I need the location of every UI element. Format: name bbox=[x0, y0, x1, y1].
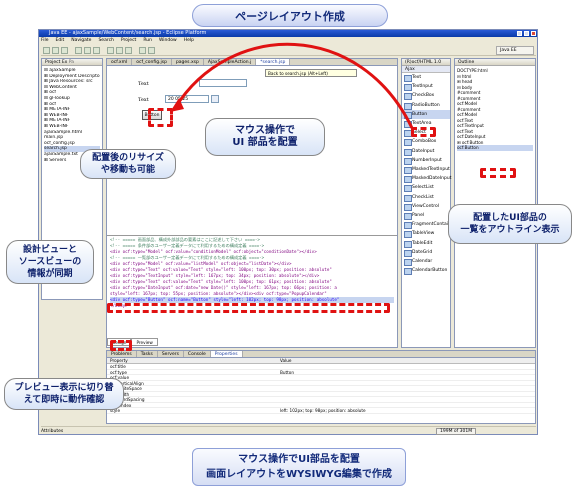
caption-line-1: マウス操作でUI部品を配置 bbox=[238, 454, 360, 465]
callout-sync: 設計ビューと ソースビューの 情報が同期 bbox=[6, 240, 94, 284]
bottom-caption: マウス操作でUI部品を配置 画面レイアウトをWYSIWYG編集で作成 bbox=[192, 448, 406, 486]
callout-resize: 配置後のリサイズ や移動も可能 bbox=[80, 149, 176, 179]
callout-outline: 配置したUI部品の 一覧をアウトライン表示 bbox=[448, 204, 572, 244]
caption-line-2: 画面レイアウトをWYSIWYG編集で作成 bbox=[206, 469, 392, 480]
callout-ui-place: マウス操作で UI 部品を配置 bbox=[205, 118, 325, 156]
callout-preview: プレビュー表示に切り替 えて即時に動作確認 bbox=[4, 378, 124, 410]
